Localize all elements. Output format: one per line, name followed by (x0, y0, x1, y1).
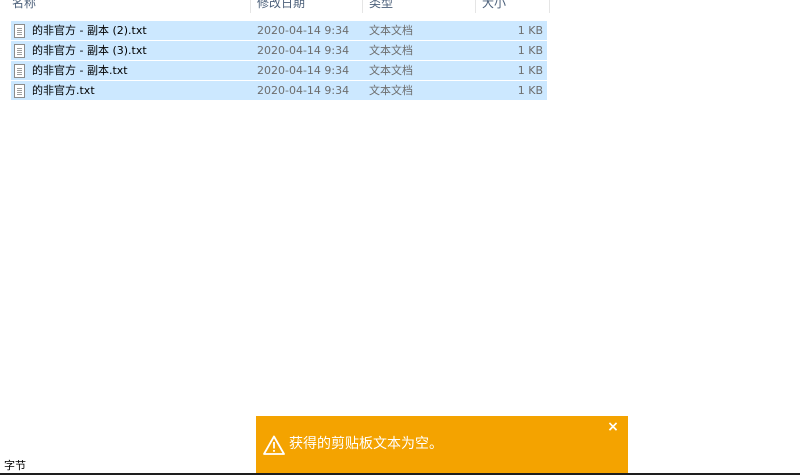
file-size: 1 KB (517, 44, 543, 57)
file-size: 1 KB (517, 64, 543, 77)
close-icon[interactable]: × (606, 419, 620, 435)
file-name: 的非官方 - 副本.txt (32, 64, 128, 77)
warning-icon (263, 435, 285, 455)
file-list: 的非官方 - 副本 (2).txt 2020-04-14 9:34 文本文档 1… (11, 21, 547, 101)
file-modified: 2020-04-14 9:34 (257, 64, 350, 77)
file-modified: 2020-04-14 9:34 (257, 84, 350, 97)
column-name-header[interactable]: 名称 (12, 0, 36, 13)
file-type: 文本文档 (369, 44, 413, 57)
column-modified-header[interactable]: 修改日期 (257, 0, 305, 13)
file-row[interactable]: 的非官方.txt 2020-04-14 9:34 文本文档 1 KB (11, 81, 547, 100)
column-separator[interactable] (250, 0, 251, 13)
file-name: 的非官方.txt (32, 84, 95, 97)
text-file-icon (14, 44, 25, 58)
file-type: 文本文档 (369, 64, 413, 77)
column-separator[interactable] (362, 0, 363, 13)
file-row[interactable]: 的非官方 - 副本 (2).txt 2020-04-14 9:34 文本文档 1… (11, 21, 547, 40)
file-name: 的非官方 - 副本 (3).txt (32, 44, 147, 57)
file-type: 文本文档 (369, 24, 413, 37)
column-type-header[interactable]: 类型 (369, 0, 393, 13)
file-modified: 2020-04-14 9:34 (257, 44, 350, 57)
toast-message: 获得的剪贴板文本为空。 (289, 436, 443, 452)
text-file-icon (14, 24, 25, 38)
text-file-icon (14, 84, 25, 98)
file-type: 文本文档 (369, 84, 413, 97)
file-row[interactable]: 的非官方 - 副本.txt 2020-04-14 9:34 文本文档 1 KB (11, 61, 547, 80)
toast-notification: 获得的剪贴板文本为空。 × (256, 416, 628, 473)
column-separator[interactable] (475, 0, 476, 13)
file-row[interactable]: 的非官方 - 副本 (3).txt 2020-04-14 9:34 文本文档 1… (11, 41, 547, 60)
status-text: 字节 (4, 459, 26, 472)
file-size: 1 KB (517, 24, 543, 37)
column-header: 名称 修改日期 类型 大小 (0, 0, 560, 13)
file-name: 的非官方 - 副本 (2).txt (32, 24, 147, 37)
file-modified: 2020-04-14 9:34 (257, 24, 350, 37)
text-file-icon (14, 64, 25, 78)
file-size: 1 KB (517, 84, 543, 97)
file-explorer-window: 名称 修改日期 类型 大小 的非官方 - 副本 (2).txt 2020-04-… (0, 0, 800, 475)
column-separator[interactable] (549, 0, 550, 13)
column-size-header[interactable]: 大小 (482, 0, 506, 13)
